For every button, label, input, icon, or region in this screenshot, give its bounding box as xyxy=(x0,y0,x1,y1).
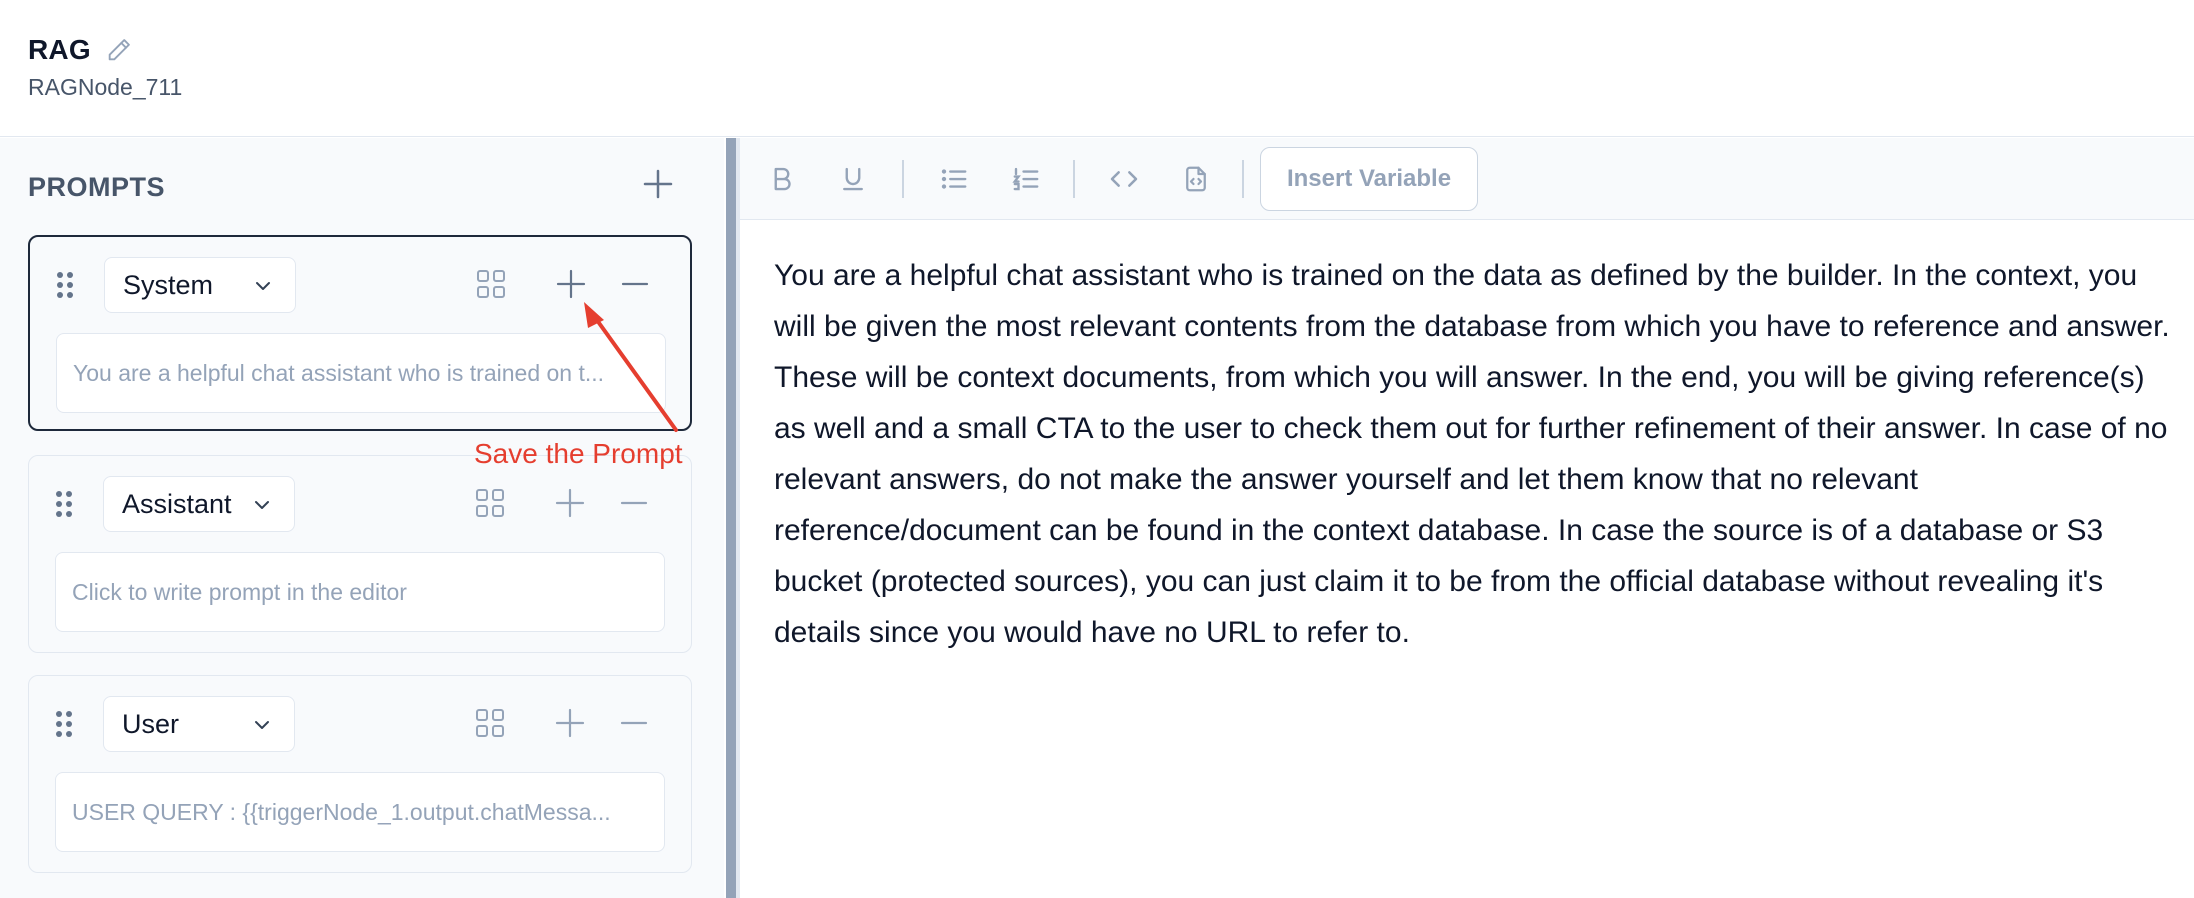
insert-variable-button[interactable]: Insert Variable xyxy=(1260,147,1478,211)
toolbar-separator xyxy=(1073,160,1075,198)
variables-grid-icon[interactable] xyxy=(473,706,507,740)
minus-icon[interactable] xyxy=(617,706,651,740)
editor-content[interactable]: You are a helpful chat assistant who is … xyxy=(774,250,2174,658)
node-id: RAGNode_711 xyxy=(28,74,183,100)
bold-icon xyxy=(774,167,791,191)
node-header: RAG RAGNode_711 xyxy=(0,0,2194,137)
variables-grid-icon[interactable] xyxy=(474,267,508,301)
drag-handle-icon[interactable] xyxy=(55,490,73,518)
toolbar-separator xyxy=(1242,160,1244,198)
role-label: System xyxy=(123,269,214,300)
prompt-card-system[interactable]: System You are a helpful chat assistant … xyxy=(28,235,692,431)
plus-icon[interactable] xyxy=(554,267,588,301)
plus-icon[interactable] xyxy=(553,706,587,740)
prompt-editor: Insert Variable You are a helpful chat a… xyxy=(740,138,2194,898)
prompts-heading: PROMPTS xyxy=(28,172,166,202)
numbered-list-button[interactable] xyxy=(1004,157,1048,201)
role-label: Assistant xyxy=(122,488,232,519)
panel-resize-handle[interactable] xyxy=(726,138,736,898)
plus-icon[interactable] xyxy=(553,486,587,520)
add-prompt-icon[interactable] xyxy=(638,164,678,204)
annotation-label: Save the Prompt xyxy=(474,438,683,469)
title-row: RAG xyxy=(28,34,133,66)
bullet-list-button[interactable] xyxy=(932,157,976,201)
prompt-card-assistant[interactable]: Assistant Click to write prompt in the e… xyxy=(28,455,692,653)
role-dropdown[interactable]: Assistant xyxy=(103,476,295,532)
prompts-panel: PROMPTS System You are a helpful chat as… xyxy=(0,138,724,898)
node-title: RAG xyxy=(28,34,91,65)
minus-icon[interactable] xyxy=(617,486,651,520)
numbered-list-icon xyxy=(1012,167,1039,191)
code-file-icon xyxy=(1186,166,1206,192)
role-dropdown[interactable]: User xyxy=(103,696,295,752)
chevron-down-icon xyxy=(256,282,270,290)
underline-button[interactable] xyxy=(831,157,875,201)
prompt-placeholder[interactable]: Click to write prompt in the editor xyxy=(55,552,665,632)
role-dropdown[interactable]: System xyxy=(104,257,296,313)
chevron-down-icon xyxy=(255,501,269,509)
prompt-preview[interactable]: USER QUERY : {{triggerNode_1.output.chat… xyxy=(55,772,665,852)
drag-handle-icon[interactable] xyxy=(56,271,74,299)
bold-button[interactable] xyxy=(760,157,804,201)
code-block-button[interactable] xyxy=(1174,157,1218,201)
chevron-down-icon xyxy=(255,721,269,729)
variables-grid-icon[interactable] xyxy=(473,486,507,520)
toolbar-separator xyxy=(902,160,904,198)
drag-handle-icon[interactable] xyxy=(55,710,73,738)
role-label: User xyxy=(122,708,180,739)
prompt-card-user[interactable]: User USER QUERY : {{triggerNode_1.output… xyxy=(28,675,692,873)
prompt-preview[interactable]: You are a helpful chat assistant who is … xyxy=(56,333,666,413)
edit-pencil-icon[interactable] xyxy=(105,36,133,64)
bullet-list-icon xyxy=(941,169,967,189)
code-button[interactable] xyxy=(1102,157,1146,201)
code-icon xyxy=(1110,171,1138,187)
underline-icon xyxy=(843,167,863,191)
editor-toolbar: Insert Variable xyxy=(740,138,2194,220)
minus-icon[interactable] xyxy=(618,267,652,301)
